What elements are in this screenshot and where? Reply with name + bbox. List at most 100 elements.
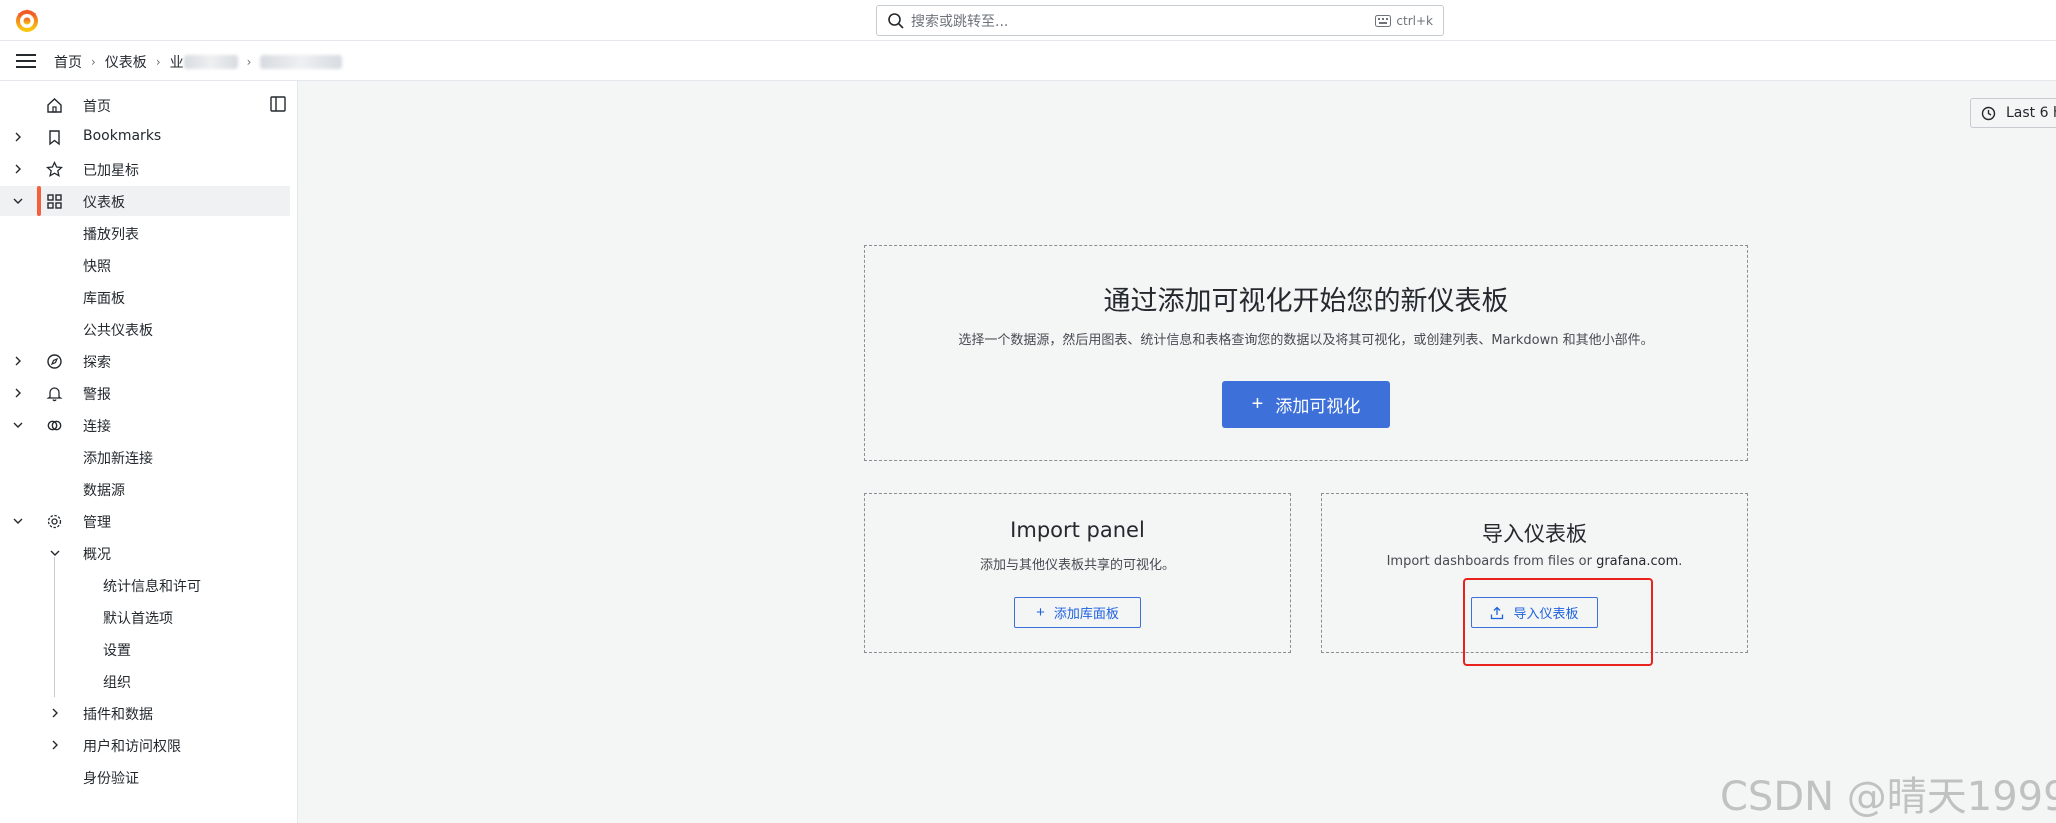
sidebar-item-public-dashboards[interactable]: 公共仪表板: [0, 314, 290, 344]
grafana-com-link[interactable]: grafana.com: [1596, 554, 1678, 569]
import-dashboard-desc-suffix: .: [1678, 554, 1683, 569]
clock-icon: [1981, 106, 1996, 120]
sidebar-item-label: 库面板: [83, 291, 125, 307]
chevron-right-icon[interactable]: [12, 387, 24, 399]
sidebar: 首页 Bookmarks 已加星标 仪表板 播放列表 快照 库面板 公共仪表板 …: [0, 81, 298, 823]
sidebar-item-label: 组织: [103, 675, 131, 691]
sidebar-item-label: 设置: [103, 643, 131, 659]
sidebar-item-label: 管理: [83, 515, 111, 531]
time-range-picker[interactable]: Last 6 h: [1970, 98, 2056, 128]
chevron-right-icon[interactable]: [49, 707, 61, 719]
import-panel-description: 添加与其他仪表板共享的可视化。: [979, 558, 1175, 573]
shortcut-label: ctrl+k: [1396, 13, 1433, 28]
breadcrumb-dashboards[interactable]: 仪表板: [105, 52, 147, 72]
import-dashboard-description: Import dashboards from files or grafana.…: [1322, 554, 1747, 569]
sidebar-item-label: 公共仪表板: [83, 323, 153, 339]
breadcrumb-bar: 首页 › 仪表板 › 业 ›: [0, 41, 2056, 81]
sidebar-item-label: 身份验证: [83, 771, 139, 787]
plus-icon: +: [1036, 604, 1045, 621]
sidebar-item-label: 仪表板: [83, 195, 125, 211]
sidebar-item-label: Bookmarks: [83, 128, 162, 144]
sidebar-item-label: 统计信息和许可: [103, 579, 201, 595]
import-panel-title: Import panel: [1010, 518, 1145, 542]
sidebar-item-label: 添加新连接: [83, 451, 153, 467]
sidebar-item-label: 概况: [83, 547, 111, 563]
sidebar-item-stats-license[interactable]: 统计信息和许可: [0, 570, 290, 600]
import-panel-card: Import panel 添加与其他仪表板共享的可视化。 + 添加库面板: [864, 493, 1291, 653]
add-library-panel-button[interactable]: + 添加库面板: [1014, 597, 1141, 628]
tree-guide-line: [54, 557, 55, 697]
grafana-logo-icon[interactable]: [14, 7, 40, 33]
chevron-down-icon[interactable]: [12, 195, 24, 207]
sidebar-item-playlists[interactable]: 播放列表: [0, 218, 290, 248]
empty-dashboard-title: 通过添加可视化开始您的新仪表板: [1103, 286, 1509, 317]
sidebar-item-home[interactable]: 首页: [0, 90, 290, 120]
chevron-right-icon[interactable]: [12, 131, 24, 143]
sidebar-item-label: 连接: [83, 419, 111, 435]
import-dashboard-desc-prefix: Import dashboards from files or: [1386, 554, 1597, 569]
top-bar: 搜索或跳转至... ctrl+k: [0, 0, 2056, 41]
chevron-right-icon[interactable]: [49, 739, 61, 751]
compass-icon: [47, 354, 62, 369]
sidebar-item-label: 默认首选项: [103, 611, 173, 627]
annotation-highlight-box: [1463, 578, 1653, 666]
import-dashboard-title: 导入仪表板: [1482, 522, 1587, 546]
sidebar-item-library-panels[interactable]: 库面板: [0, 282, 290, 312]
keyboard-shortcut: ctrl+k: [1375, 14, 1433, 28]
blurred-text: [260, 55, 343, 69]
chevron-right-icon: ›: [246, 55, 252, 69]
add-visualization-label: 添加可视化: [1275, 397, 1361, 416]
add-visualization-button[interactable]: + 添加可视化: [1222, 381, 1390, 428]
sidebar-item-plugins-data[interactable]: 插件和数据: [0, 698, 290, 728]
breadcrumb-home[interactable]: 首页: [54, 52, 82, 72]
chevron-right-icon[interactable]: [12, 163, 24, 175]
chevron-down-icon[interactable]: [12, 515, 24, 527]
sidebar-item-label: 首页: [83, 99, 111, 115]
search-input[interactable]: 搜索或跳转至... ctrl+k: [876, 5, 1444, 36]
chevron-down-icon[interactable]: [49, 547, 61, 559]
empty-dashboard-card: 通过添加可视化开始您的新仪表板 选择一个数据源，然后用图表、统计信息和表格查询您…: [864, 245, 1748, 461]
sidebar-item-dashboards[interactable]: 仪表板: [0, 186, 290, 216]
sidebar-item-authentication[interactable]: 身份验证: [0, 762, 290, 792]
plus-icon: +: [1251, 393, 1264, 415]
sidebar-item-label: 已加星标: [83, 163, 139, 179]
sidebar-item-label: 警报: [83, 387, 111, 403]
chevron-down-icon[interactable]: [12, 419, 24, 431]
sidebar-item-settings[interactable]: 设置: [0, 634, 290, 664]
empty-dashboard-description: 选择一个数据源，然后用图表、统计信息和表格查询您的数据以及将其可视化，或创建列表…: [958, 333, 1654, 348]
sidebar-item-explore[interactable]: 探索: [0, 346, 290, 376]
sidebar-item-users-access[interactable]: 用户和访问权限: [0, 730, 290, 760]
sidebar-item-add-connection[interactable]: 添加新连接: [0, 442, 290, 472]
sidebar-item-snapshots[interactable]: 快照: [0, 250, 290, 280]
menu-icon[interactable]: [14, 51, 38, 71]
watermark: CSDN @晴天1999: [1720, 774, 2056, 820]
sidebar-item-connections[interactable]: 连接: [0, 410, 290, 440]
breadcrumb-folder[interactable]: 业: [170, 52, 184, 72]
time-range-label: Last 6 h: [2006, 105, 2056, 121]
sidebar-item-default-preferences[interactable]: 默认首选项: [0, 602, 290, 632]
sidebar-item-organizations[interactable]: 组织: [0, 666, 290, 696]
sidebar-item-label: 探索: [83, 355, 111, 371]
sidebar-item-label: 快照: [83, 259, 111, 275]
active-indicator: [37, 186, 41, 216]
cog-icon: [47, 514, 62, 529]
chevron-right-icon: ›: [155, 55, 161, 69]
add-library-panel-label: 添加库面板: [1053, 606, 1119, 621]
search-icon: [888, 12, 904, 29]
sidebar-item-alerting[interactable]: 警报: [0, 378, 290, 408]
chevron-right-icon: ›: [91, 55, 96, 69]
chevron-right-icon[interactable]: [12, 355, 24, 367]
sidebar-item-data-sources[interactable]: 数据源: [0, 474, 290, 504]
sidebar-item-general[interactable]: 概况: [0, 538, 290, 568]
sidebar-item-label: 插件和数据: [83, 707, 153, 723]
sidebar-item-starred[interactable]: 已加星标: [0, 154, 290, 184]
sidebar-item-label: 用户和访问权限: [83, 739, 181, 755]
sidebar-item-label: 播放列表: [83, 227, 139, 243]
sidebar-item-bookmarks[interactable]: Bookmarks: [0, 122, 290, 152]
sidebar-item-administration[interactable]: 管理: [0, 506, 290, 536]
blurred-text: [183, 55, 238, 69]
breadcrumb: 首页 › 仪表板 › 业 ›: [54, 52, 343, 72]
apps-icon: [47, 194, 62, 209]
home-icon: [47, 98, 62, 113]
bookmark-icon: [49, 130, 60, 146]
